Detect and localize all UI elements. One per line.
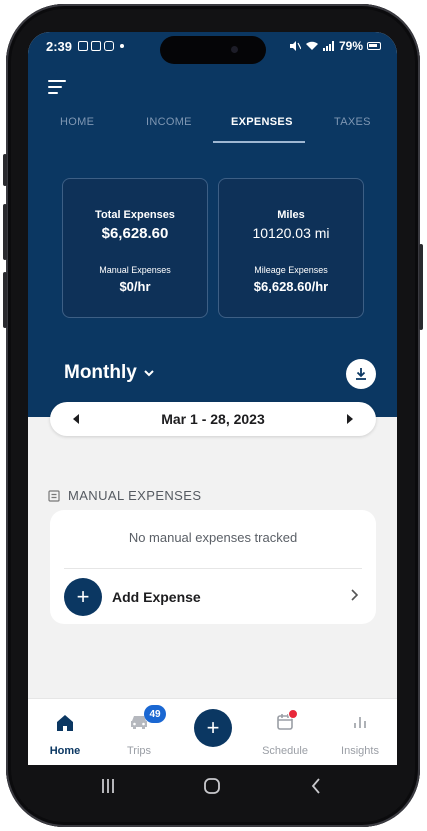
menu-icon-line [48,92,58,94]
next-period-button[interactable] [346,412,354,430]
phone-side-button [3,154,7,186]
period-selector-label: Monthly [64,362,137,383]
wifi-icon [305,41,318,50]
total-expenses-label: Total Expenses [95,209,175,221]
status-time: 2:39 [46,38,73,54]
bottom-navigation: Home 49 Trips + Schedule Insights [28,698,397,765]
period-selector[interactable]: Monthly [64,362,155,384]
nav-trips-label: Trips [126,745,152,757]
add-expense-label: Add Expense [112,589,201,605]
plus-icon: + [206,715,220,740]
tab-expenses[interactable]: EXPENSES [231,116,293,128]
download-icon [356,368,366,380]
home-button-icon[interactable] [203,777,221,795]
tab-taxes[interactable]: TAXES [334,116,371,128]
date-range-label: Mar 1 - 28, 2023 [161,411,265,427]
back-icon[interactable] [310,777,322,795]
signal-icon [322,41,334,51]
menu-icon-line [48,86,62,88]
tab-home[interactable]: HOME [60,116,94,128]
trips-count-badge: 49 [144,705,166,723]
manual-expenses-card: No manual expenses tracked + Add Expense [50,510,376,624]
plus-icon: + [64,578,102,616]
add-expense-button[interactable]: + Add Expense [64,578,362,618]
menu-notification-badge [48,72,57,74]
nav-schedule[interactable]: Schedule [250,699,320,765]
image-notification-icon [78,41,89,51]
download-button[interactable] [346,359,376,389]
total-expenses-value: $6,628.60 [101,225,169,242]
manual-expenses-title: MANUAL EXPENSES [68,488,202,503]
recent-apps-icon[interactable] [100,777,116,795]
date-range-navigator: Mar 1 - 28, 2023 [50,402,376,436]
nav-schedule-label: Schedule [262,745,308,757]
manual-expenses-value: $0/hr [119,279,151,294]
phone-side-button [419,244,423,330]
instagram-notification-icon [104,41,115,51]
battery-icon [367,42,381,50]
message-notification-icon [91,41,102,51]
more-notifications-icon [120,44,125,48]
empty-state-message: No manual expenses tracked [128,530,298,545]
receipt-icon [48,489,60,502]
manual-expenses-header: MANUAL EXPENSES [48,488,201,503]
active-tab-indicator [213,141,305,143]
notification-icons [78,41,125,51]
manual-expenses-label: Manual Expenses [99,265,171,275]
total-expenses-card: Total Expenses $6,628.60 Manual Expenses… [62,178,208,318]
mileage-expenses-label: Mileage Expenses [254,265,328,275]
schedule-notification-badge [288,709,298,719]
add-button[interactable]: + [194,709,232,747]
nav-insights-label: Insights [341,745,379,757]
mute-icon [289,41,301,51]
mileage-expenses-value: $6,628.60/hr [253,279,329,294]
miles-value: 10120.03 mi [252,225,330,241]
nav-trips[interactable]: 49 Trips [104,699,174,765]
chevron-right-icon [347,414,353,424]
miles-card: Miles 10120.03 mi Mileage Expenses $6,62… [218,178,364,318]
system-navigation-bar [28,765,397,809]
status-right: 79% [289,39,381,53]
menu-button[interactable] [48,72,70,96]
battery-percent: 79% [338,39,363,53]
camera-notch [160,36,266,64]
home-icon [57,715,73,731]
menu-icon [48,80,66,82]
phone-side-button [3,204,7,260]
nav-home[interactable]: Home [30,699,100,765]
nav-home-label: Home [49,745,81,757]
divider [64,568,362,569]
nav-insights[interactable]: Insights [325,699,395,765]
chevron-right-icon [351,589,359,601]
bar-chart-icon [354,717,366,728]
miles-label: Miles [277,209,305,221]
tab-income[interactable]: INCOME [146,116,192,128]
phone-side-button [3,272,7,328]
app-screen: 2:39 79% HOME INCOME EXPENSES TAXES Tota… [28,32,397,765]
chevron-down-icon [144,370,154,377]
